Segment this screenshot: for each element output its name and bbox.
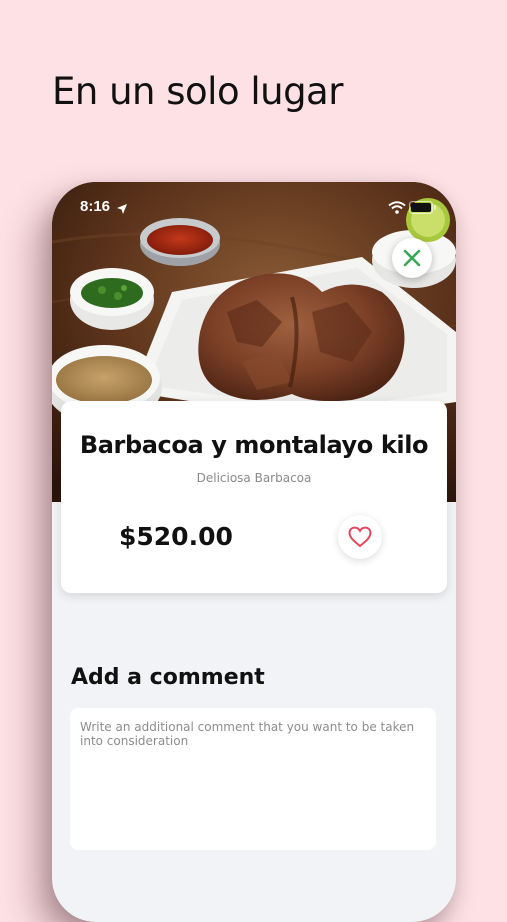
battery-icon	[409, 199, 437, 218]
status-bar: 8:16	[52, 182, 456, 222]
product-price: $520.00	[119, 522, 233, 551]
product-title: Barbacoa y montalayo kilo	[79, 431, 429, 459]
comment-heading: Add a comment	[71, 665, 265, 690]
location-arrow-icon	[116, 200, 128, 219]
phone-screen: 8:16 Barbacoa y montalayo kilo Deliciosa…	[52, 182, 456, 922]
close-icon	[403, 249, 421, 267]
status-time: 8:16	[80, 198, 111, 215]
product-card: Barbacoa y montalayo kilo Deliciosa Barb…	[61, 401, 447, 593]
comment-placeholder: Write an additional comment that you wan…	[80, 720, 415, 748]
close-button[interactable]	[392, 238, 432, 278]
favorite-button[interactable]	[338, 515, 382, 559]
headline: En un solo lugar	[52, 70, 343, 113]
product-subtitle: Deliciosa Barbacoa	[196, 471, 312, 485]
heart-icon	[348, 526, 372, 548]
comment-textarea[interactable]: Write an additional comment that you wan…	[70, 708, 436, 850]
wifi-icon	[388, 199, 406, 218]
